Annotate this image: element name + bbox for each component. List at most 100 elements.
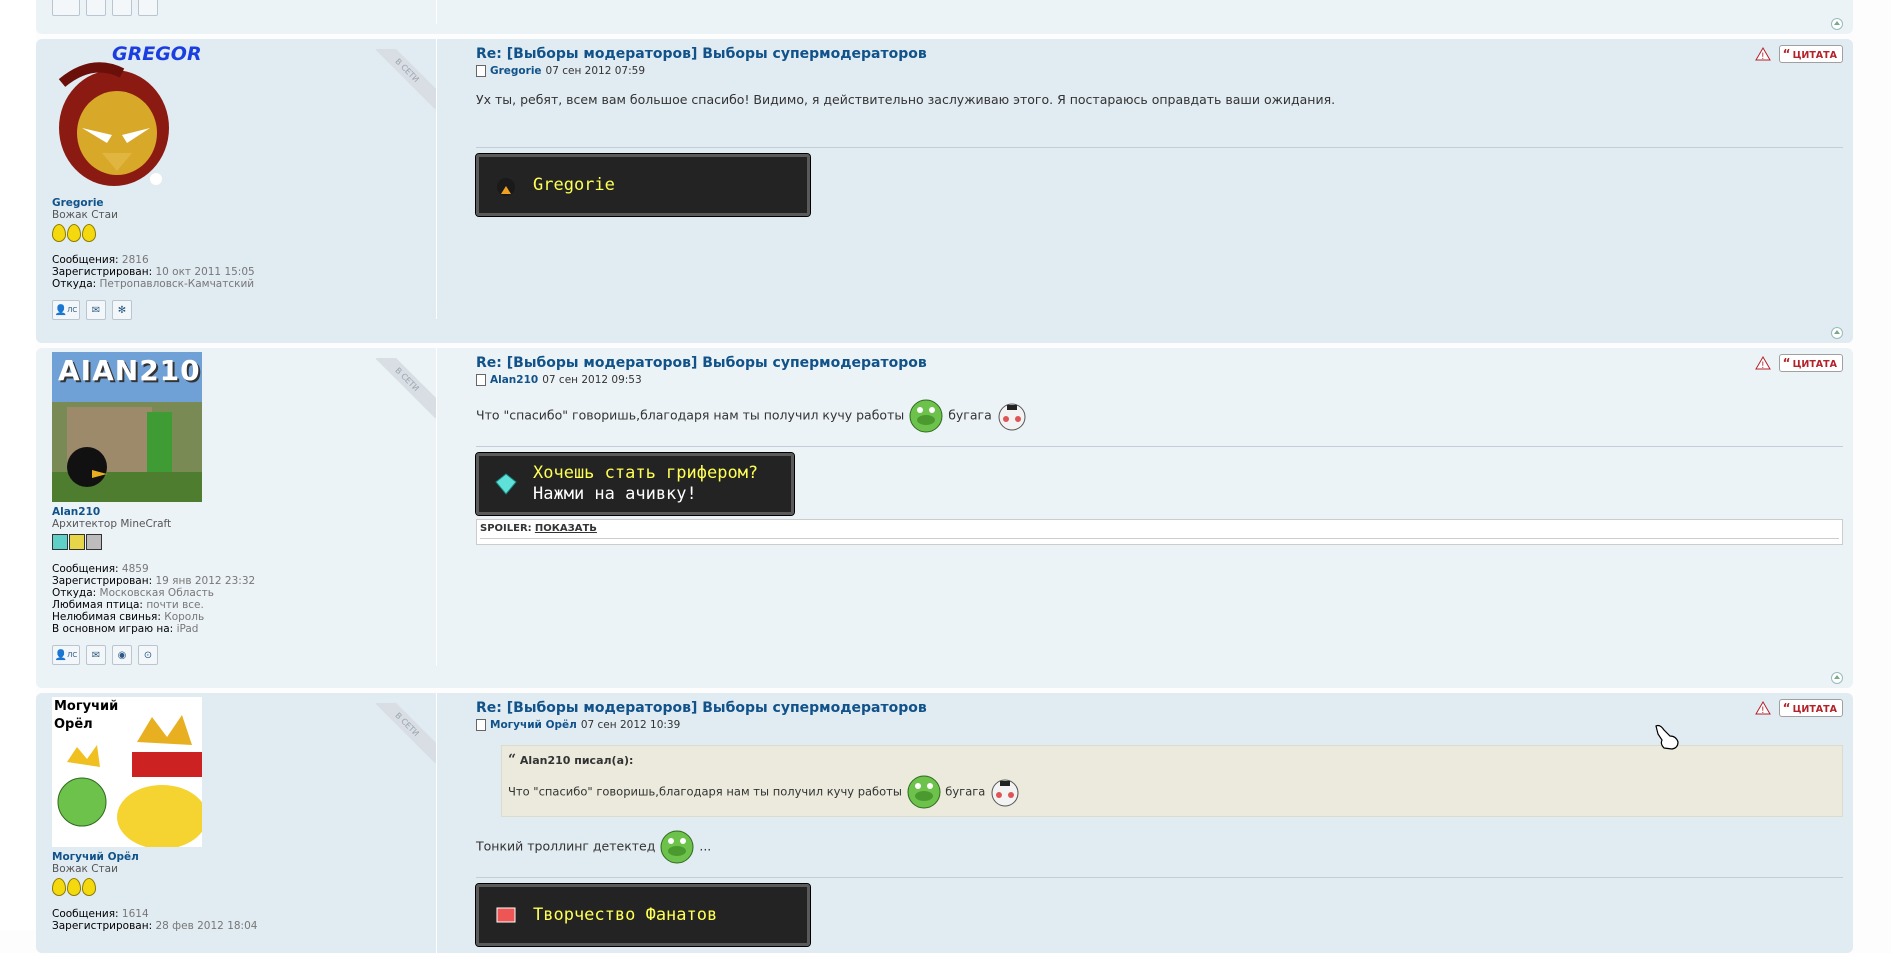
post-title[interactable]: Re: [Выборы модераторов] Выборы супермод…	[476, 355, 1843, 371]
troll-pig-smiley-icon	[907, 775, 941, 809]
post-author[interactable]: Могучий Орёл	[490, 719, 577, 731]
post-count: 2816	[121, 254, 149, 266]
hand-cursor-icon	[1655, 724, 1679, 750]
svg-text:!: !	[1761, 361, 1765, 370]
report-icon[interactable]: !	[1754, 356, 1771, 370]
user-rank: Архитектор MineCraft	[52, 518, 172, 530]
achievement-text: Хочешь стать грифером? Нажми на ачивку!	[533, 463, 759, 504]
back-to-top-button[interactable]	[1831, 18, 1843, 30]
website-icon[interactable]	[112, 0, 132, 16]
user-info: Сообщения: 4859 Зарегистрирован: 19 янв …	[52, 563, 256, 635]
post-author-line: Alan210 07 сен 2012 09:53	[476, 374, 1843, 386]
post-alan210: В СЕТИ AIAN210 Alan210 Архитектор MineCr…	[36, 348, 1853, 688]
post-actions: ! “ЦИТАТА	[1754, 45, 1843, 63]
user-rank: Вожак Стаи	[52, 863, 118, 875]
user-rank: Вожак Стаи	[52, 209, 118, 221]
post-body: Re: [Выборы модераторов] Выборы супермод…	[475, 39, 1843, 217]
rank-icons	[52, 224, 436, 242]
post-icon	[476, 719, 486, 731]
post-content: Что "спасибо" говоришь,благодаря нам ты …	[476, 398, 1843, 434]
laughing-pig-smiley-icon	[991, 779, 1019, 807]
post-author-line: Могучий Орёл 07 сен 2012 10:39	[476, 719, 1843, 731]
quote-button[interactable]: “ЦИТАТА	[1778, 354, 1843, 372]
rank-icons	[52, 878, 436, 896]
post-content: Ух ты, ребят, всем вам большое спасибо! …	[476, 92, 1336, 107]
username[interactable]: Могучий Орёл	[52, 851, 436, 863]
quote-button[interactable]: “ЦИТАТА	[1778, 45, 1843, 63]
post-author[interactable]: Gregorie	[490, 65, 542, 77]
quote-content: Что "спасибо" говоришь,благодаря нам ты …	[508, 774, 1836, 810]
page-gutter	[0, 0, 36, 930]
diamond-block-icon	[52, 534, 68, 550]
report-icon[interactable]: !	[1754, 701, 1771, 715]
avatar-logo-text: GREGORIE	[112, 43, 202, 65]
gold-block-icon	[69, 534, 85, 550]
signature-achievement[interactable]: Хочешь стать грифером? Нажми на ачивку!	[475, 452, 795, 516]
post-profile: В СЕТИ GREGORIE Gregorie Вожак Стаи Сооб…	[52, 39, 437, 320]
user-info: Сообщения: 2816 Зарегистрирован: 10 окт …	[52, 254, 255, 290]
website-icon[interactable]: ◉	[112, 645, 132, 665]
diamond-icon	[489, 467, 523, 501]
rank-egg-icon	[52, 878, 66, 896]
svg-text:!: !	[1761, 52, 1765, 61]
post-count: 1614	[121, 908, 149, 920]
rank-egg-icon	[67, 878, 81, 896]
pm-button[interactable]	[52, 0, 80, 16]
rank-egg-icon	[82, 224, 96, 242]
achievement-text: Gregorie	[533, 174, 615, 195]
spoiler-show-link[interactable]: ПОКАЗАТЬ	[535, 523, 597, 534]
art-icon	[489, 898, 523, 932]
quote-block: “ Alan210 писал(а): Что "спасибо" говори…	[501, 745, 1843, 817]
post-icon	[476, 65, 486, 77]
post-content: Тонкий троллинг детектед ...	[476, 829, 1843, 865]
avatar-logo-text: AIAN210	[58, 354, 201, 387]
iron-block-icon	[86, 534, 102, 550]
achievement-text: Творчество Фанатов	[533, 904, 718, 925]
pm-button[interactable]: 👤 ЛС	[52, 300, 80, 320]
bird-icon	[489, 168, 523, 202]
avatar[interactable]: Могучий Орёл	[52, 697, 202, 847]
post-mighty-eagle: В СЕТИ Могучий Орёл Могучий Орёл Вожак С…	[36, 693, 1853, 953]
username[interactable]: Alan210	[52, 506, 436, 518]
report-icon[interactable]: !	[1754, 47, 1771, 61]
online-ribbon: В СЕТИ	[376, 703, 436, 763]
rank-egg-icon	[52, 224, 66, 242]
post-date: 07 сен 2012 07:59	[545, 65, 645, 77]
username[interactable]: Gregorie	[52, 197, 436, 209]
quote-button[interactable]: “ЦИТАТА	[1778, 699, 1843, 717]
email-icon[interactable]	[86, 0, 106, 16]
post-title[interactable]: Re: [Выборы модераторов] Выборы супермод…	[476, 46, 1843, 62]
online-ribbon: В СЕТИ	[376, 49, 436, 109]
troll-pig-smiley-icon	[909, 399, 943, 433]
signature-separator	[476, 147, 1843, 148]
post-author-line: Gregorie 07 сен 2012 07:59	[476, 65, 1843, 77]
pm-button[interactable]: 👤 ЛС	[52, 645, 80, 665]
icq-icon[interactable]	[138, 0, 158, 16]
post-profile: В СЕТИ Могучий Орёл Могучий Орёл Вожак С…	[52, 693, 437, 953]
icq-icon[interactable]: ✻	[112, 300, 132, 320]
post-profile: В СЕТИ AIAN210 Alan210 Архитектор MineCr…	[52, 348, 437, 666]
rank-egg-icon	[82, 878, 96, 896]
signature-achievement[interactable]: Gregorie	[475, 153, 811, 217]
post-actions: ! “ЦИТАТА	[1754, 354, 1843, 372]
post-title[interactable]: Re: [Выборы модераторов] Выборы супермод…	[476, 700, 1843, 716]
back-to-top-button[interactable]	[1831, 672, 1843, 684]
laughing-pig-smiley-icon	[998, 403, 1026, 431]
post-body: Re: [Выборы модераторов] Выборы супермод…	[475, 693, 1843, 947]
signature-separator	[476, 446, 1843, 447]
avatar[interactable]: AIAN210	[52, 352, 202, 502]
email-icon[interactable]: ✉	[86, 645, 106, 665]
back-to-top-button[interactable]	[1831, 327, 1843, 339]
post-date: 07 сен 2012 09:53	[542, 374, 642, 386]
favorite-bird: почти все.	[146, 599, 204, 611]
quote-author: “ Alan210 писал(а):	[508, 752, 634, 768]
skype-icon[interactable]: ⊙	[138, 645, 158, 665]
signature-achievement[interactable]: Творчество Фанатов	[475, 883, 811, 947]
avatar[interactable]: GREGORIE	[52, 43, 202, 193]
rank-icons	[52, 533, 436, 551]
post-author[interactable]: Alan210	[490, 374, 538, 386]
contact-icons: 👤 ЛС ✉ ✻	[52, 300, 436, 320]
previous-post-remnant	[36, 0, 1853, 34]
post-actions: ! “ЦИТАТА	[1754, 699, 1843, 717]
email-icon[interactable]: ✉	[86, 300, 106, 320]
